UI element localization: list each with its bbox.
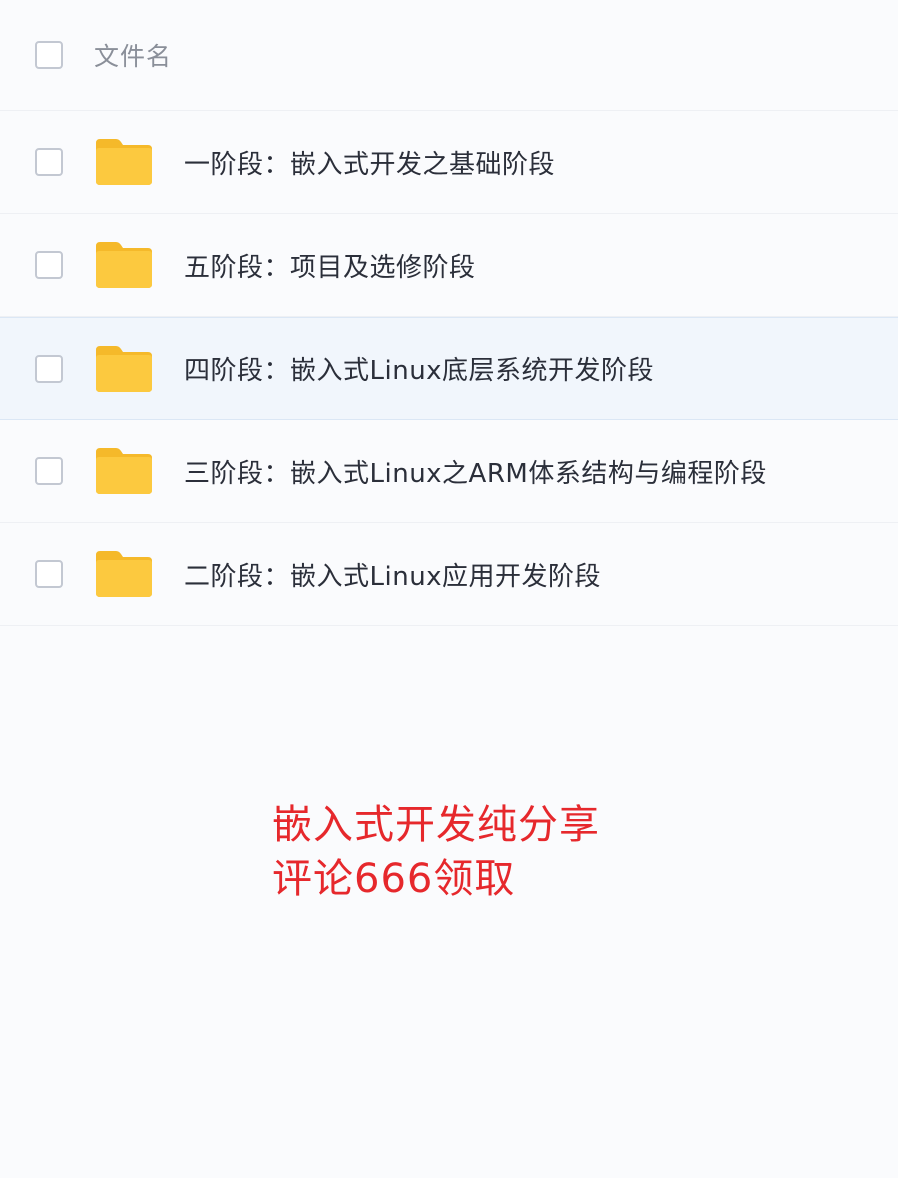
file-row[interactable]: 二阶段：嵌入式Linux应用开发阶段	[0, 523, 898, 626]
file-name[interactable]: 五阶段：项目及选修阶段	[184, 247, 476, 284]
file-row-selected[interactable]: 四阶段：嵌入式Linux底层系统开发阶段	[0, 317, 898, 420]
row-checkbox[interactable]	[35, 148, 63, 176]
file-row[interactable]: 一阶段：嵌入式开发之基础阶段	[0, 111, 898, 214]
column-header-filename[interactable]: 文件名	[94, 37, 172, 73]
select-all-checkbox[interactable]	[35, 41, 63, 69]
file-list: 文件名 一阶段：嵌入式开发之基础阶段 五阶段：项目及选修阶段 四阶段：嵌入式Li…	[0, 0, 898, 626]
file-name[interactable]: 四阶段：嵌入式Linux底层系统开发阶段	[184, 350, 654, 387]
row-checkbox[interactable]	[35, 560, 63, 588]
file-name[interactable]: 一阶段：嵌入式开发之基础阶段	[184, 144, 555, 181]
folder-icon	[96, 551, 152, 597]
row-checkbox[interactable]	[35, 457, 63, 485]
folder-icon	[96, 345, 152, 392]
file-row[interactable]: 五阶段：项目及选修阶段	[0, 214, 898, 317]
file-row[interactable]: 三阶段：嵌入式Linux之ARM体系结构与编程阶段	[0, 420, 898, 523]
file-name[interactable]: 三阶段：嵌入式Linux之ARM体系结构与编程阶段	[184, 453, 767, 490]
folder-icon	[96, 448, 152, 494]
file-name[interactable]: 二阶段：嵌入式Linux应用开发阶段	[184, 556, 601, 593]
promo-text: 嵌入式开发纯分享 评论666领取	[272, 798, 600, 906]
folder-icon	[96, 242, 152, 288]
file-list-header: 文件名	[0, 0, 898, 111]
promo-line-2: 评论666领取	[272, 856, 516, 902]
row-checkbox[interactable]	[35, 251, 63, 279]
promo-line-1: 嵌入式开发纯分享	[272, 802, 600, 848]
row-checkbox[interactable]	[35, 354, 63, 383]
folder-icon	[96, 139, 152, 185]
